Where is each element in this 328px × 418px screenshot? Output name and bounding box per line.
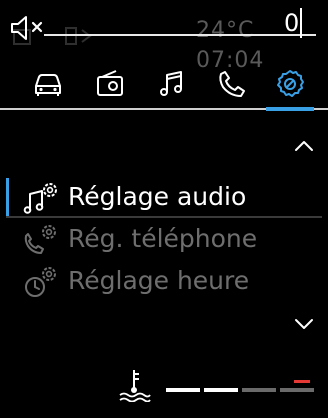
tab-car[interactable] (20, 58, 76, 110)
coolant-gauge-segment (204, 388, 238, 392)
music-note-icon (160, 71, 182, 96)
coolant-gauge-warning-mark (294, 380, 310, 383)
menu-item-label: Réglage heure (68, 266, 250, 295)
selection-bracket (6, 178, 9, 216)
menu-item-phone-settings[interactable]: Rég. téléphone (0, 218, 328, 260)
phone-icon (219, 71, 245, 97)
audio-settings-icon (23, 183, 57, 214)
coolant-gauge-segment (280, 388, 314, 392)
menu-item-label: Réglage audio (68, 182, 247, 211)
infotainment-screen: 24°C 07:04 0 Réglage audio Rég. téléphon… (0, 0, 328, 418)
tab-active-indicator (266, 107, 314, 111)
menu-item-label: Rég. téléphone (68, 224, 258, 253)
phone-settings-icon (24, 225, 56, 254)
volume-value: 0 (284, 9, 300, 37)
tab-phone[interactable] (204, 58, 260, 110)
tab-music[interactable] (144, 58, 200, 110)
volume-slider-knob[interactable] (300, 8, 302, 38)
menu-item-audio-settings[interactable]: Réglage audio (0, 176, 328, 218)
status-bar: 24°C 07:04 0 (0, 0, 328, 73)
coolant-gauge-segment (242, 388, 276, 392)
tab-bar (0, 58, 328, 114)
tab-settings[interactable] (262, 58, 318, 110)
scroll-down-icon[interactable] (290, 314, 318, 334)
tab-media[interactable] (82, 58, 138, 110)
coolant-temperature-icon (119, 370, 151, 402)
gear-icon (277, 70, 304, 97)
scroll-up-icon[interactable] (290, 136, 318, 156)
volume-slider-track[interactable] (44, 34, 316, 36)
radio-icon (97, 70, 123, 96)
car-icon (35, 74, 61, 96)
coolant-gauge-segment (166, 388, 200, 392)
mute-icon[interactable] (8, 14, 52, 42)
clock-settings-icon (25, 267, 56, 297)
menu-item-time-settings[interactable]: Réglage heure (0, 260, 328, 302)
